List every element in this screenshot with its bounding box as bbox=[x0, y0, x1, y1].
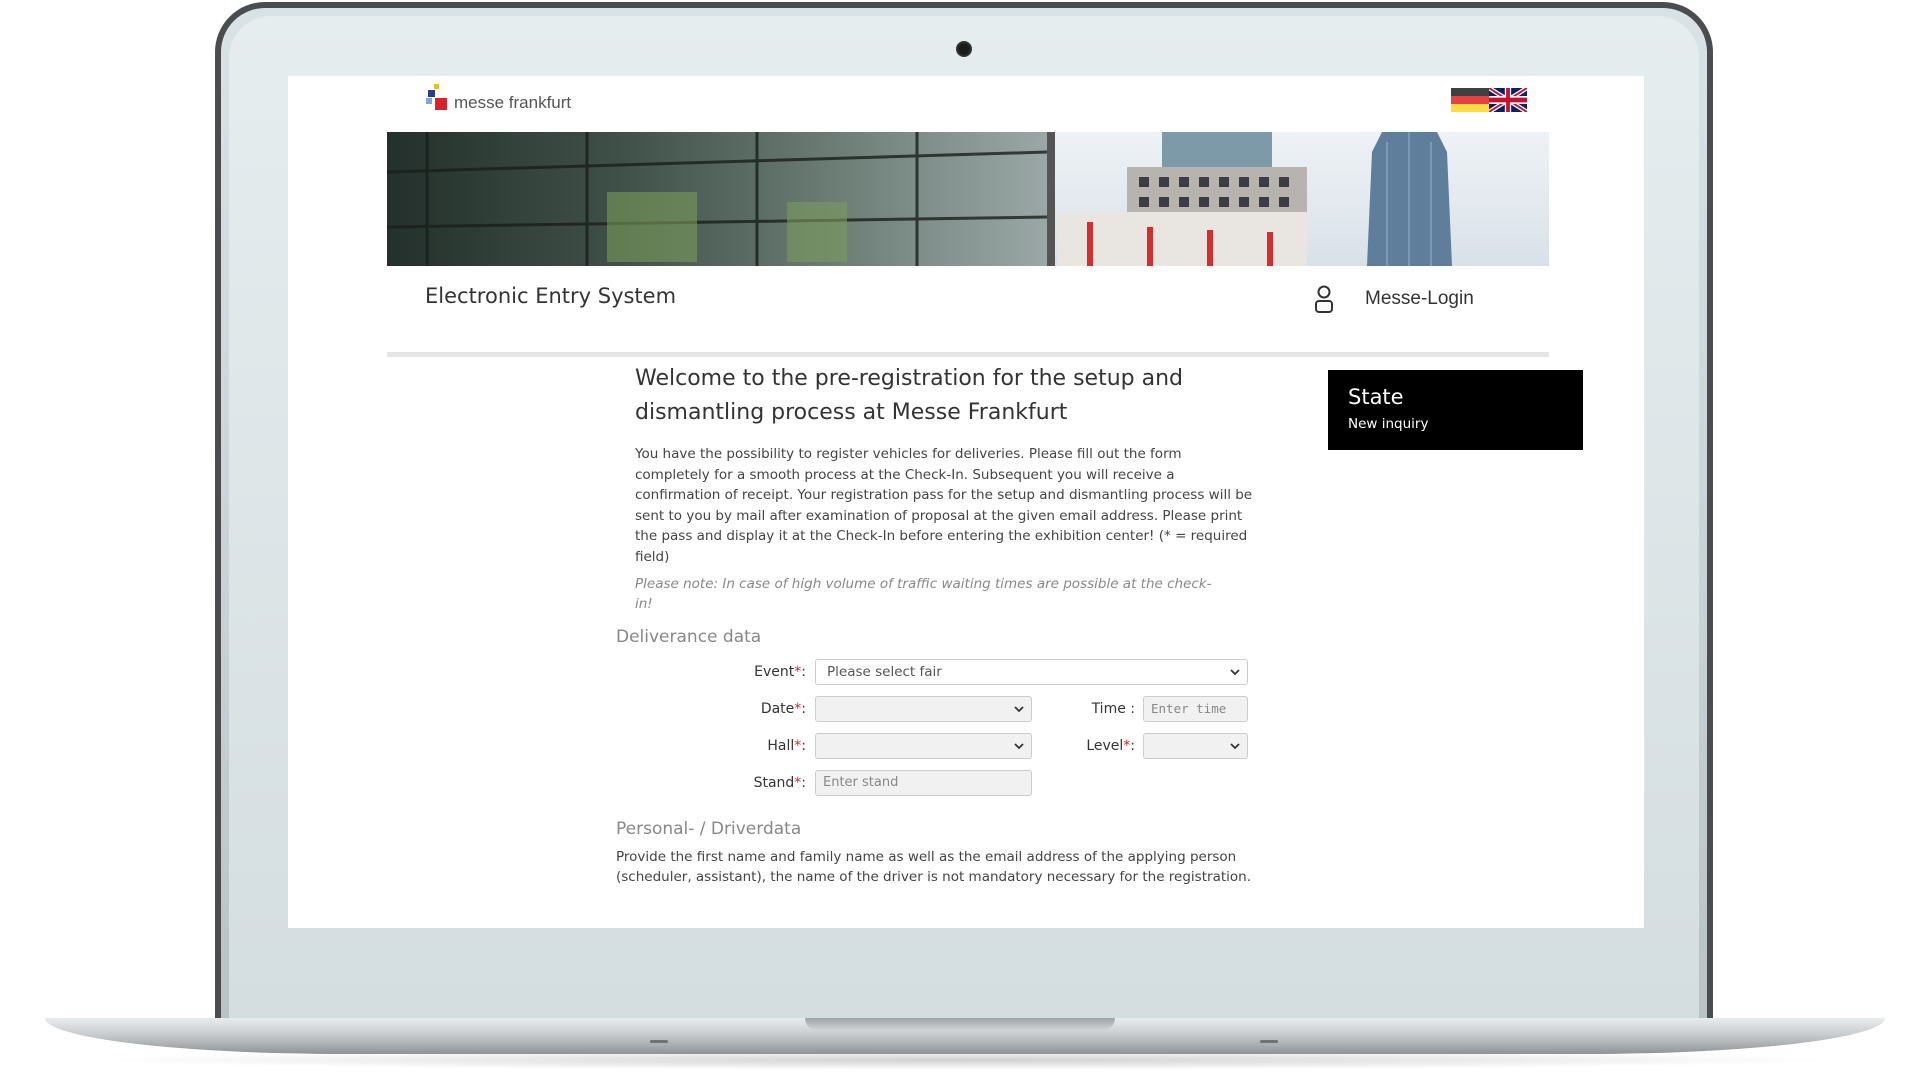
app-title: Electronic Entry System bbox=[425, 284, 677, 308]
date-select[interactable] bbox=[815, 695, 1032, 722]
intro-text: You have the possibility to register veh… bbox=[635, 446, 1253, 565]
date-row: Date*: Time : Enter time bbox=[616, 695, 1306, 724]
hall-label: Hall*: bbox=[767, 737, 806, 754]
divider bbox=[387, 352, 1549, 357]
hall-select[interactable] bbox=[815, 732, 1032, 759]
event-select-value: Please select fair bbox=[827, 663, 942, 680]
logo-text: messe frankfurt bbox=[454, 93, 572, 112]
title-bar: Electronic Entry System Messe-Login bbox=[288, 266, 1644, 336]
personal-section-title: Personal- / Driverdata bbox=[616, 818, 802, 839]
camera-icon bbox=[956, 41, 972, 57]
main-content: Welcome to the pre-registration for the … bbox=[616, 362, 1306, 888]
traffic-note: Please note: In case of high volume of t… bbox=[635, 575, 1212, 613]
event-select[interactable]: Please select fair bbox=[815, 658, 1248, 685]
user-icon bbox=[1313, 284, 1335, 314]
personal-section-text: Provide the first name and family name a… bbox=[616, 848, 1251, 886]
laptop-foot bbox=[650, 1040, 668, 1043]
level-select[interactable] bbox=[1143, 732, 1248, 759]
stand-input[interactable]: Enter stand bbox=[815, 769, 1032, 796]
top-bar: messe frankfurt bbox=[288, 76, 1644, 132]
messe-login-link[interactable]: Messe-Login bbox=[1313, 284, 1474, 314]
deliverance-section-title: Deliverance data bbox=[616, 626, 762, 647]
stand-row: Stand*: Enter stand bbox=[616, 769, 1306, 798]
time-input[interactable]: Enter time bbox=[1143, 695, 1248, 722]
login-label: Messe-Login bbox=[1365, 288, 1474, 309]
flag-de-icon[interactable] bbox=[1451, 88, 1489, 112]
event-row: Event*: Please select fair bbox=[616, 658, 1306, 687]
laptop-foot bbox=[1260, 1040, 1278, 1043]
flag-uk-icon[interactable] bbox=[1489, 88, 1527, 112]
time-label: Time : bbox=[1091, 700, 1135, 717]
level-label: Level*: bbox=[1086, 737, 1135, 754]
stand-label: Stand*: bbox=[753, 774, 806, 791]
logo-mark-icon bbox=[426, 84, 450, 112]
deliverance-form: Event*: Please select fair Date*: Time :… bbox=[616, 658, 1306, 809]
chevron-down-icon bbox=[1014, 706, 1024, 713]
page-title: Welcome to the pre-registration for the … bbox=[635, 366, 1183, 425]
screen: messe frankfurt Electronic Entry System … bbox=[288, 76, 1644, 928]
header-banner-image bbox=[387, 132, 1549, 266]
state-panel: State New inquiry bbox=[1328, 370, 1583, 450]
hall-row: Hall*: Level*: bbox=[616, 732, 1306, 761]
state-title: State bbox=[1348, 385, 1404, 409]
language-switcher bbox=[1451, 88, 1527, 112]
event-label: Event*: bbox=[754, 663, 806, 680]
messe-frankfurt-logo[interactable]: messe frankfurt bbox=[426, 84, 571, 112]
laptop-notch bbox=[805, 1018, 1115, 1030]
state-value: New inquiry bbox=[1348, 416, 1429, 432]
chevron-down-icon bbox=[1230, 743, 1240, 750]
date-label: Date*: bbox=[760, 700, 806, 717]
chevron-down-icon bbox=[1014, 743, 1024, 750]
chevron-down-icon bbox=[1230, 669, 1240, 676]
